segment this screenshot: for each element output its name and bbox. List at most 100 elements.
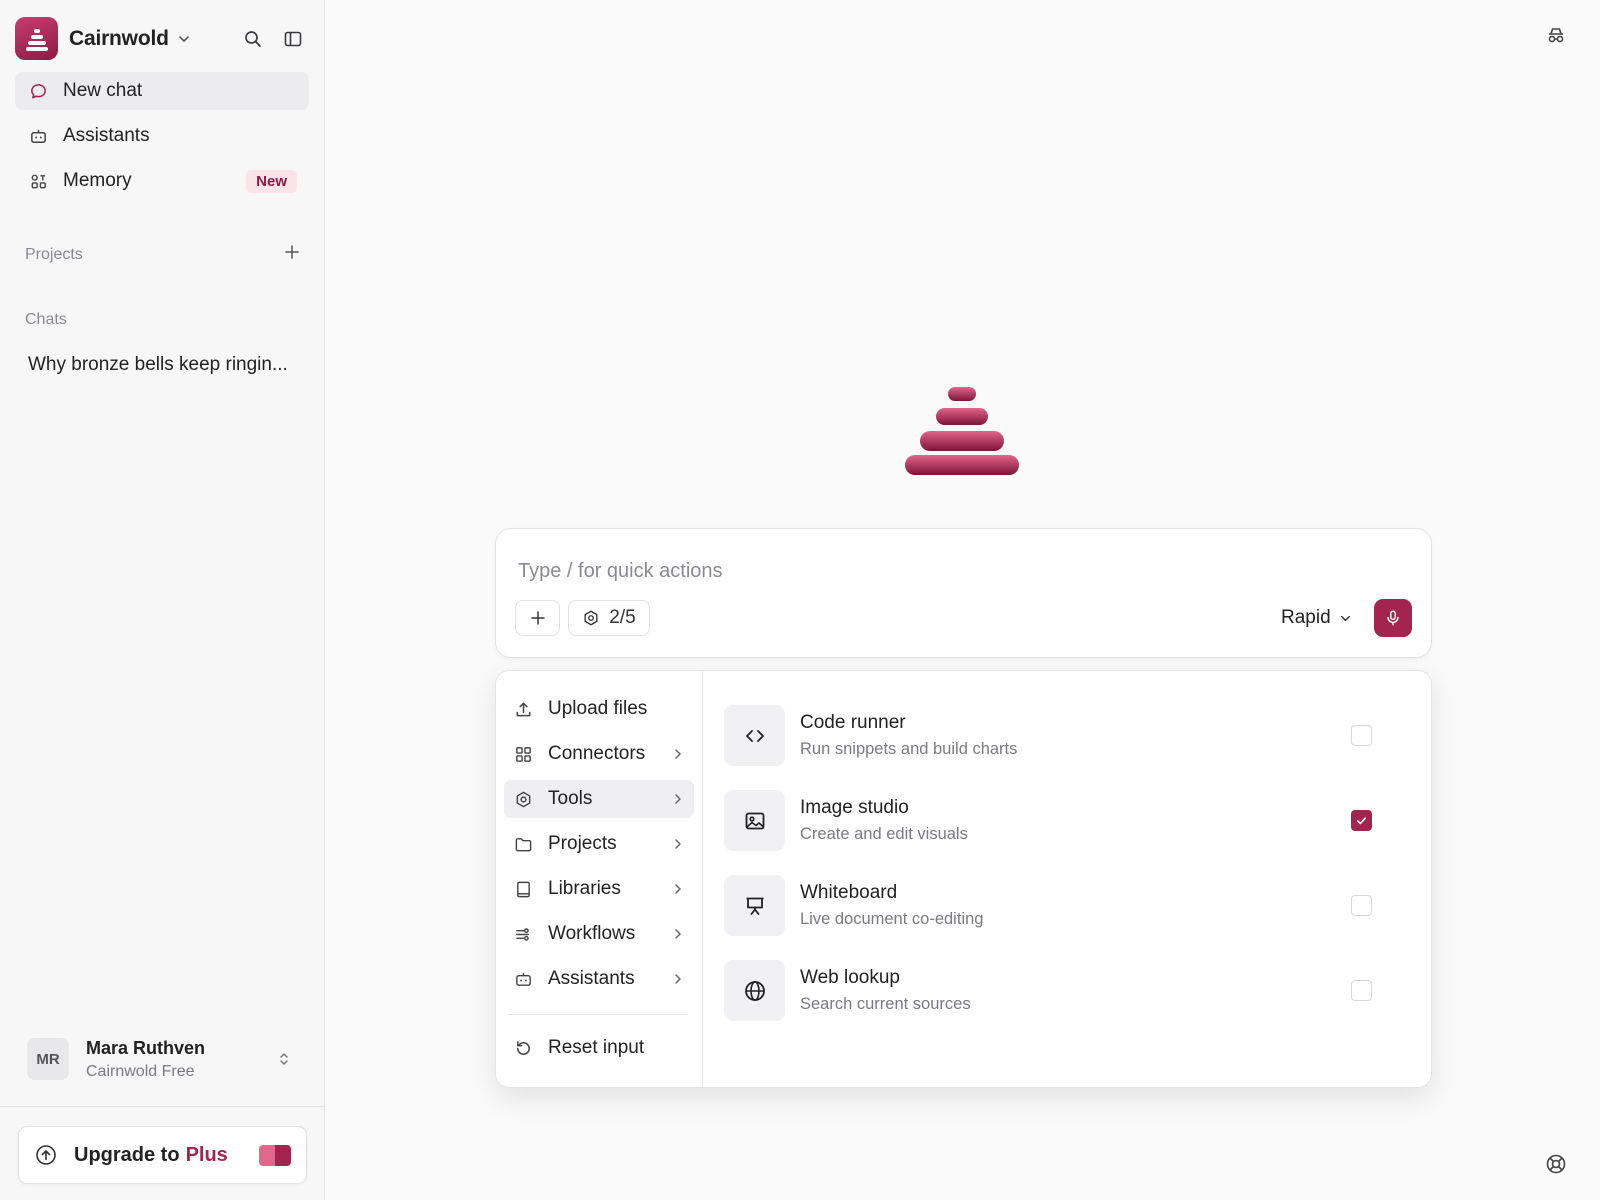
menu-item-libraries[interactable]: Libraries [504,870,694,908]
upgrade-button[interactable]: Upgrade to Plus [18,1126,307,1184]
projects-section-label: Projects [25,246,83,263]
chevron-down-icon[interactable] [177,32,191,46]
hexagon-gear-icon [513,789,533,809]
plus-icon [530,611,545,625]
robot-icon [513,969,533,989]
model-selector[interactable]: Rapid [1281,601,1352,635]
menu-divider [508,1014,688,1015]
menu-item-label: Upload files [548,698,648,719]
chat-bubble-icon [28,81,48,101]
model-label: Rapid [1281,607,1331,628]
folder-icon [513,834,533,854]
voice-input-button[interactable] [1374,599,1412,637]
chevron-right-icon [672,748,684,760]
user-name: Mara Ruthven [86,1037,206,1058]
menu-item-projects[interactable]: Projects [504,825,694,863]
tool-checkbox[interactable] [1351,810,1372,831]
chat-history-item[interactable]: Why bronze bells keep ringin... [15,346,309,384]
arrow-up-circle-icon [35,1144,57,1166]
menu-item-workflows[interactable]: Workflows [504,915,694,953]
sidebar-toggle-icon[interactable] [282,28,304,50]
tool-checkbox[interactable] [1351,895,1372,916]
upgrade-prefix: Upgrade to [74,1143,180,1166]
tool-title: Web lookup [800,967,900,988]
hexagon-gear-icon [584,610,598,626]
menu-item-upload-files[interactable]: Upload files [504,690,694,728]
tool-checkbox[interactable] [1351,725,1372,746]
menu-item-assistants[interactable]: Assistants [504,960,694,998]
user-plan: Cairnwold Free [86,1062,195,1080]
menu-item-label: Connectors [548,743,646,764]
upgrade-label: Upgrade to Plus [74,1144,228,1167]
incognito-icon[interactable] [1545,24,1567,46]
chevron-right-icon [672,793,684,805]
tool-title: Code runner [800,712,906,733]
chats-section-label: Chats [25,311,67,328]
cairn-logo-icon [905,387,1019,475]
microphone-icon [1387,610,1399,626]
upgrade-plan: Plus [185,1143,228,1166]
sidebar: Cairnwold New chat Assistants Memory New… [0,0,325,1200]
menu-item-label: Reset input [548,1037,645,1058]
code-icon [724,705,785,766]
sidebar-item-memory[interactable]: Memory New [15,162,309,200]
menu-item-reset-input[interactable]: Reset input [504,1029,694,1067]
hero-cairn-logo [903,385,1023,477]
cairn-logo-icon [25,28,48,51]
menu-item-connectors[interactable]: Connectors [504,735,694,773]
menu-item-tools[interactable]: Tools [504,780,694,818]
plan-color-swatch [259,1144,291,1166]
image-icon [724,790,785,851]
chevron-down-icon [1340,615,1350,621]
menu-item-label: Libraries [548,878,621,899]
sidebar-item-new-chat[interactable]: New chat [15,72,309,110]
attach-button[interactable] [515,600,560,636]
chevron-right-icon [672,883,684,895]
globe-icon [724,960,785,1021]
tool-description: Create and edit visuals [800,825,968,843]
sidebar-nav: New chat Assistants Memory New [15,72,309,207]
tool-description: Run snippets and build charts [800,740,1018,758]
menu-item-label: Workflows [548,923,636,944]
memory-icon [28,171,48,191]
user-account[interactable]: MR Mara Ruthven Cairnwold Free [15,1032,309,1086]
menu-item-label: Projects [548,833,617,854]
upload-icon [513,699,533,719]
menu-item-label: Assistants [548,968,635,989]
chevron-right-icon [672,928,684,940]
avatar: MR [27,1038,69,1080]
robot-icon [28,126,48,146]
tool-checkbox[interactable] [1351,980,1372,1001]
tool-title: Whiteboard [800,882,898,903]
search-icon[interactable] [242,28,264,50]
sidebar-actions [242,28,310,50]
brand-name[interactable]: Cairnwold [69,27,169,51]
chevron-right-icon [672,838,684,850]
sidebar-item-label: New chat [63,80,143,101]
reset-icon [513,1038,533,1058]
tool-row-whiteboard[interactable]: Whiteboard Live document co-editing [724,875,1404,937]
tool-title: Image studio [800,797,909,818]
tool-row-image-studio[interactable]: Image studio Create and edit visuals [724,790,1404,852]
tool-description: Live document co-editing [800,910,984,928]
tools-count: 2/5 [609,607,636,628]
help-lifebuoy-icon[interactable] [1545,1153,1567,1175]
sidebar-item-assistants[interactable]: Assistants [15,117,309,155]
tool-description: Search current sources [800,995,971,1013]
sidebar-item-label: Assistants [63,125,150,146]
checkmark-icon [1356,817,1367,825]
add-project-icon[interactable] [282,242,302,262]
user-meta: Mara Ruthven Cairnwold Free [86,1038,205,1081]
book-icon [513,879,533,899]
message-input[interactable] [518,557,1218,585]
brand-row: Cairnwold [15,17,310,60]
tool-row-code-runner[interactable]: Code runner Run snippets and build chart… [724,705,1404,767]
tools-button[interactable]: 2/5 [568,600,650,636]
chat-composer: 2/5 Rapid [495,528,1432,658]
presentation-icon [724,875,785,936]
actions-menu: Upload files Connectors Tools Projects L… [496,671,703,1087]
tool-row-web-lookup[interactable]: Web lookup Search current sources [724,960,1404,1022]
sidebar-item-label: Memory [63,170,132,191]
divider [0,1106,325,1107]
brand-logo[interactable] [15,17,58,60]
